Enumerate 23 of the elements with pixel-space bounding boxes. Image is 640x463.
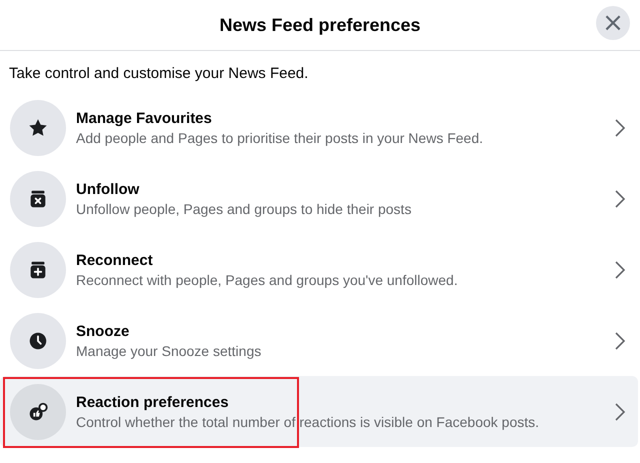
chevron-right-icon	[614, 330, 626, 350]
chevron-right-icon	[614, 260, 626, 280]
close-button[interactable]: ×	[596, 6, 630, 40]
item-description: Control whether the total number of reactions is visible on Facebook posts.	[76, 414, 540, 430]
dialog-title: News Feed preferences	[219, 14, 421, 36]
intro-text: Take control and customise your News Feed.	[8, 64, 310, 84]
menu-item[interactable]: Reconnect Reconnect with people, Pages and groups you've unfollowed.	[0, 234, 638, 305]
item-description: Manage your Snooze settings	[76, 342, 262, 358]
item-title: Manage Favourites	[76, 110, 213, 126]
item-title: Snooze	[76, 322, 130, 340]
chevron-right-icon	[614, 188, 626, 208]
menu-item[interactable]: Snooze Manage your Snooze settings	[0, 305, 638, 376]
item-description: Reconnect with people, Pages and groups you've unfollowed.	[76, 272, 459, 288]
menu-item[interactable]: Manage Favourites Add people and Pages to prioritise their posts in your News Feed.	[0, 92, 638, 163]
item-title: Unfollow	[76, 180, 140, 198]
menu-item[interactable]: Unfollow Unfollow people, Pages and groups to hide their posts	[0, 163, 638, 234]
chevron-right-icon	[614, 118, 626, 138]
item-description: Add people and Pages to prioritise their posts in your News Feed.	[76, 130, 484, 146]
chevron-right-icon	[614, 402, 626, 422]
item-description: Unfollow people, Pages and groups to hide their posts	[76, 200, 412, 216]
item-title: Reconnect	[76, 252, 154, 268]
menu-item[interactable]: Reaction preferences Control whether the total number of reactions is visible on Facebook posts.	[0, 376, 638, 447]
item-title: Reaction preferences	[76, 394, 230, 410]
